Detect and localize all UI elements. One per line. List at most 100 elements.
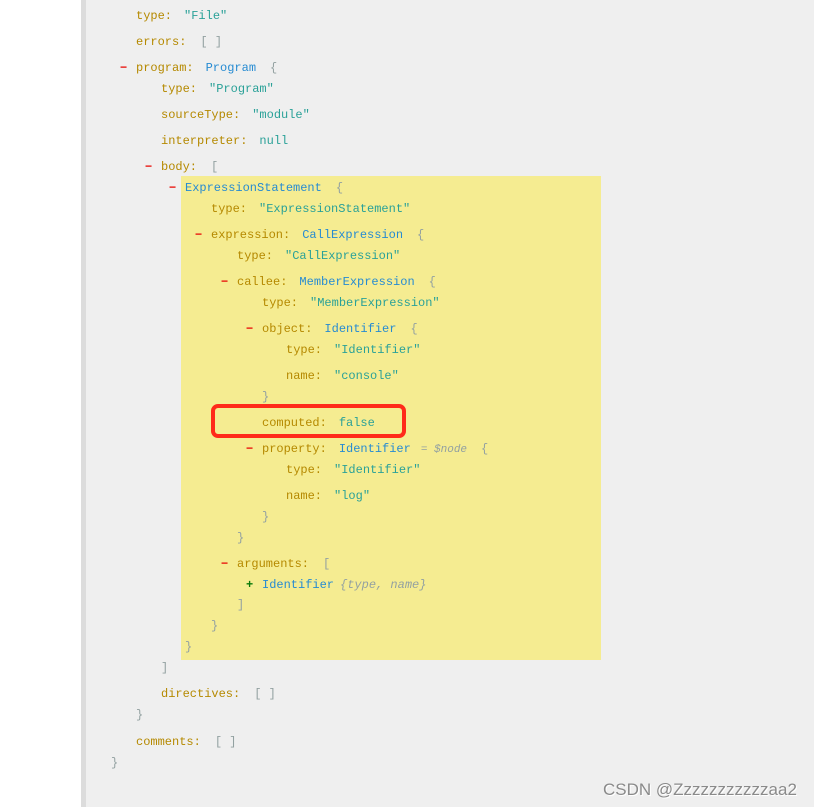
annotation-box <box>211 404 406 438</box>
property-program[interactable]: − program: Program { <box>120 60 278 76</box>
node-hint: = $node <box>420 444 468 456</box>
closing-bracket: ] <box>237 598 245 612</box>
closing-bracket: } <box>262 509 269 525</box>
property-key: arguments: <box>237 557 310 571</box>
closing-bracket: } <box>211 618 218 634</box>
collapse-icon[interactable]: − <box>246 321 253 337</box>
property-type: type: ″File″ <box>136 8 227 24</box>
property-type: type: ″Identifier″ <box>286 462 420 478</box>
bracket: { <box>335 181 344 195</box>
bracket: { <box>428 275 436 289</box>
closing-bracket: } <box>136 708 144 722</box>
closing-bracket: } <box>136 707 143 723</box>
bracket: [ ] <box>200 35 223 49</box>
closing-bracket: } <box>111 755 118 771</box>
node-type[interactable]: Identifier <box>339 442 411 456</box>
closing-bracket: } <box>185 640 193 654</box>
property-name: name: ″log″ <box>286 488 370 504</box>
node-type[interactable]: Identifier <box>324 322 396 336</box>
bracket: { <box>481 442 489 456</box>
property-key: object: <box>262 322 313 336</box>
property-key: errors: <box>136 35 187 49</box>
property-key: body: <box>161 160 198 174</box>
closing-bracket: } <box>262 389 269 405</box>
string-value: ″MemberExpression″ <box>310 296 440 310</box>
node-type[interactable]: CallExpression <box>302 228 403 242</box>
property-key: interpreter: <box>161 134 248 148</box>
bracket: { <box>270 61 278 75</box>
property-key: directives: <box>161 687 241 701</box>
string-value: ″module″ <box>252 108 310 122</box>
property-interpreter: interpreter: null <box>161 133 288 149</box>
node-type[interactable]: Identifier <box>262 578 334 592</box>
closing-bracket: ] <box>161 661 169 675</box>
node-type[interactable]: ExpressionStatement <box>185 181 322 195</box>
closing-bracket: } <box>111 756 119 770</box>
string-value: ″log″ <box>334 489 371 503</box>
bracket: { <box>417 228 425 242</box>
node-expressionstatement[interactable]: − ExpressionStatement { <box>169 180 344 196</box>
property-sourcetype: sourceType: ″module″ <box>161 107 310 123</box>
bracket: [ ] <box>214 735 237 749</box>
property-key: property: <box>262 442 327 456</box>
property-object[interactable]: − object: Identifier { <box>246 321 418 337</box>
collapse-icon[interactable]: − <box>120 60 127 76</box>
closing-bracket: } <box>237 530 244 546</box>
string-value: ″Program″ <box>209 82 274 96</box>
property-comments: comments: [ ] <box>136 734 236 750</box>
property-key: type: <box>237 249 274 263</box>
property-type: type: ″ExpressionStatement″ <box>211 201 410 217</box>
string-value: ″Identifier″ <box>334 343 421 357</box>
property-errors: errors: [ ] <box>136 34 222 50</box>
property-key: expression: <box>211 228 291 242</box>
collapse-icon[interactable]: − <box>145 159 152 175</box>
bracket: [ ] <box>254 687 276 701</box>
bracket: [ <box>323 557 331 571</box>
collapse-icon[interactable]: − <box>221 556 228 572</box>
property-type: type: ″CallExpression″ <box>237 248 400 264</box>
closing-bracket: ] <box>237 597 244 613</box>
closing-bracket: } <box>237 531 245 545</box>
property-type: type: ″Program″ <box>161 81 274 97</box>
collapse-icon[interactable]: − <box>195 227 202 243</box>
property-key: comments: <box>136 735 201 749</box>
property-key: type: <box>161 82 198 96</box>
string-value: ″Identifier″ <box>334 463 421 477</box>
string-value: ″File″ <box>184 9 228 23</box>
closing-bracket: } <box>185 639 192 655</box>
property-key: callee: <box>237 275 288 289</box>
closing-bracket: } <box>211 619 219 633</box>
property-key: type: <box>286 463 323 477</box>
collapse-icon[interactable]: − <box>169 180 176 196</box>
string-value: ″CallExpression″ <box>285 249 401 263</box>
property-property[interactable]: − property: Identifier = $node { <box>246 441 489 457</box>
property-expression[interactable]: − expression: CallExpression { <box>195 227 425 243</box>
property-key: program: <box>136 61 194 75</box>
closing-bracket: } <box>262 510 270 524</box>
closing-bracket: ] <box>161 660 168 676</box>
collapse-icon[interactable]: − <box>221 274 228 290</box>
property-key: type: <box>262 296 299 310</box>
property-key: type: <box>211 202 248 216</box>
string-value: ″ExpressionStatement″ <box>259 202 411 216</box>
node-identifier[interactable]: + Identifier {type, name} <box>246 577 427 593</box>
node-summary: {type, name} <box>340 578 427 592</box>
property-key: name: <box>286 489 323 503</box>
literal-value: null <box>259 134 289 148</box>
property-key: type: <box>286 343 323 357</box>
bracket: [ <box>211 160 219 174</box>
bracket: { <box>410 322 418 336</box>
watermark: CSDN @Zzzzzzzzzzzaa2 <box>603 780 797 799</box>
property-body[interactable]: − body: [ <box>145 159 219 175</box>
property-arguments[interactable]: − arguments: [ <box>221 556 331 572</box>
node-type[interactable]: Program <box>206 61 256 75</box>
property-callee[interactable]: − callee: MemberExpression { <box>221 274 436 290</box>
node-type[interactable]: MemberExpression <box>299 275 414 289</box>
collapse-icon[interactable]: − <box>246 441 253 457</box>
property-name: name: ″console″ <box>286 368 399 384</box>
property-key: sourceType: <box>161 108 241 122</box>
closing-bracket: } <box>262 390 270 404</box>
expand-icon[interactable]: + <box>246 577 253 593</box>
property-key: type: <box>136 9 173 23</box>
property-key: name: <box>286 369 323 383</box>
